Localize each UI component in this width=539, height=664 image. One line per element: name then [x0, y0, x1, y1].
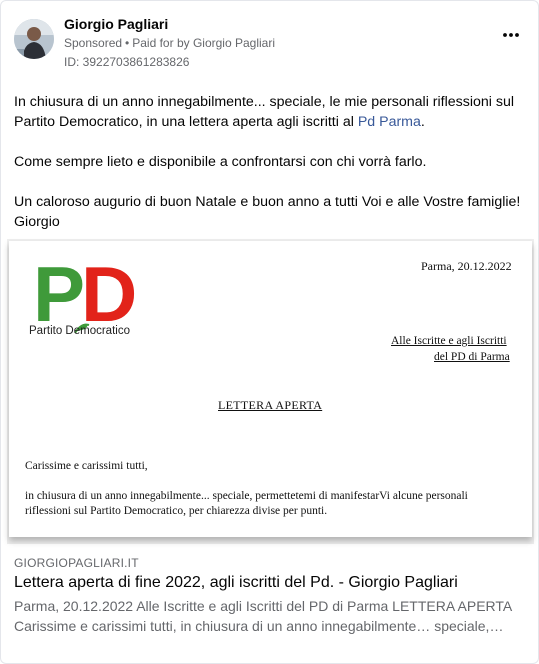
sponsored-line: Sponsored • Paid for by Giorgio Pagliari	[64, 36, 275, 50]
para1-text: In chiusura di un anno innegabilmente...…	[14, 94, 514, 130]
link-title[interactable]: Lettera aperta di fine 2022, agli iscrit…	[14, 574, 529, 592]
ad-id: ID: 3922703861283826	[64, 55, 190, 69]
pd-parma-link[interactable]: Pd Parma	[358, 114, 421, 130]
sponsored-label: Sponsored	[64, 36, 123, 50]
post-text: In chiusura di un anno innegabilmente...…	[14, 92, 529, 232]
post-paragraph-3: Un caloroso augurio di buon Natale e buo…	[14, 194, 521, 210]
paid-for-label: Paid for by Giorgio Pagliari	[132, 36, 275, 50]
pd-logo-text: Partito Democratico	[29, 325, 130, 337]
separator-dot: •	[125, 36, 130, 50]
letter-paper: P D Partito Democratico Parma, 20.12.202…	[9, 241, 532, 537]
post-header: Giorgio Pagliari Sponsored • Paid for by G…	[14, 16, 529, 69]
letter-address-line-1: Alle Iscritte e agli Iscritti	[391, 335, 507, 347]
para1-end: .	[420, 114, 425, 130]
letter-date: Parma, 20.12.2022	[421, 259, 512, 273]
link-description: Parma, 20.12.2022 Alle Iscritte e agli I…	[14, 598, 512, 634]
letter-body-line-2: riflessioni sul Partito Democratico, per…	[25, 505, 328, 517]
link-preview[interactable]: GIORGIOPAGLIARI.IT Lettera aperta di fin…	[14, 556, 529, 636]
author-avatar[interactable]	[14, 19, 54, 59]
post-paragraph-1: In chiusura di un anno innegabilmente...…	[14, 92, 529, 132]
letter-image[interactable]: P D Partito Democratico Parma, 20.12.202…	[7, 239, 534, 544]
letter-title: LETTERA APERTA	[218, 398, 323, 412]
more-options-icon[interactable]	[500, 28, 522, 42]
post-paragraph-2: Come sempre lieto e disponibile a confro…	[14, 154, 427, 170]
letter-address-line-2: del PD di Parma	[434, 351, 510, 363]
link-domain: GIORGIOPAGLIARI.IT	[14, 556, 139, 570]
letter-greeting: Carissime e carissimi tutti,	[25, 460, 148, 472]
ad-post-card: Giorgio Pagliari Sponsored • Paid for by G…	[0, 0, 539, 664]
letter-body-line-1: in chiusura di un anno innegabilmente...…	[25, 490, 468, 502]
author-name[interactable]: Giorgio Pagliari	[64, 16, 168, 32]
post-signature: Giorgio	[14, 214, 60, 230]
